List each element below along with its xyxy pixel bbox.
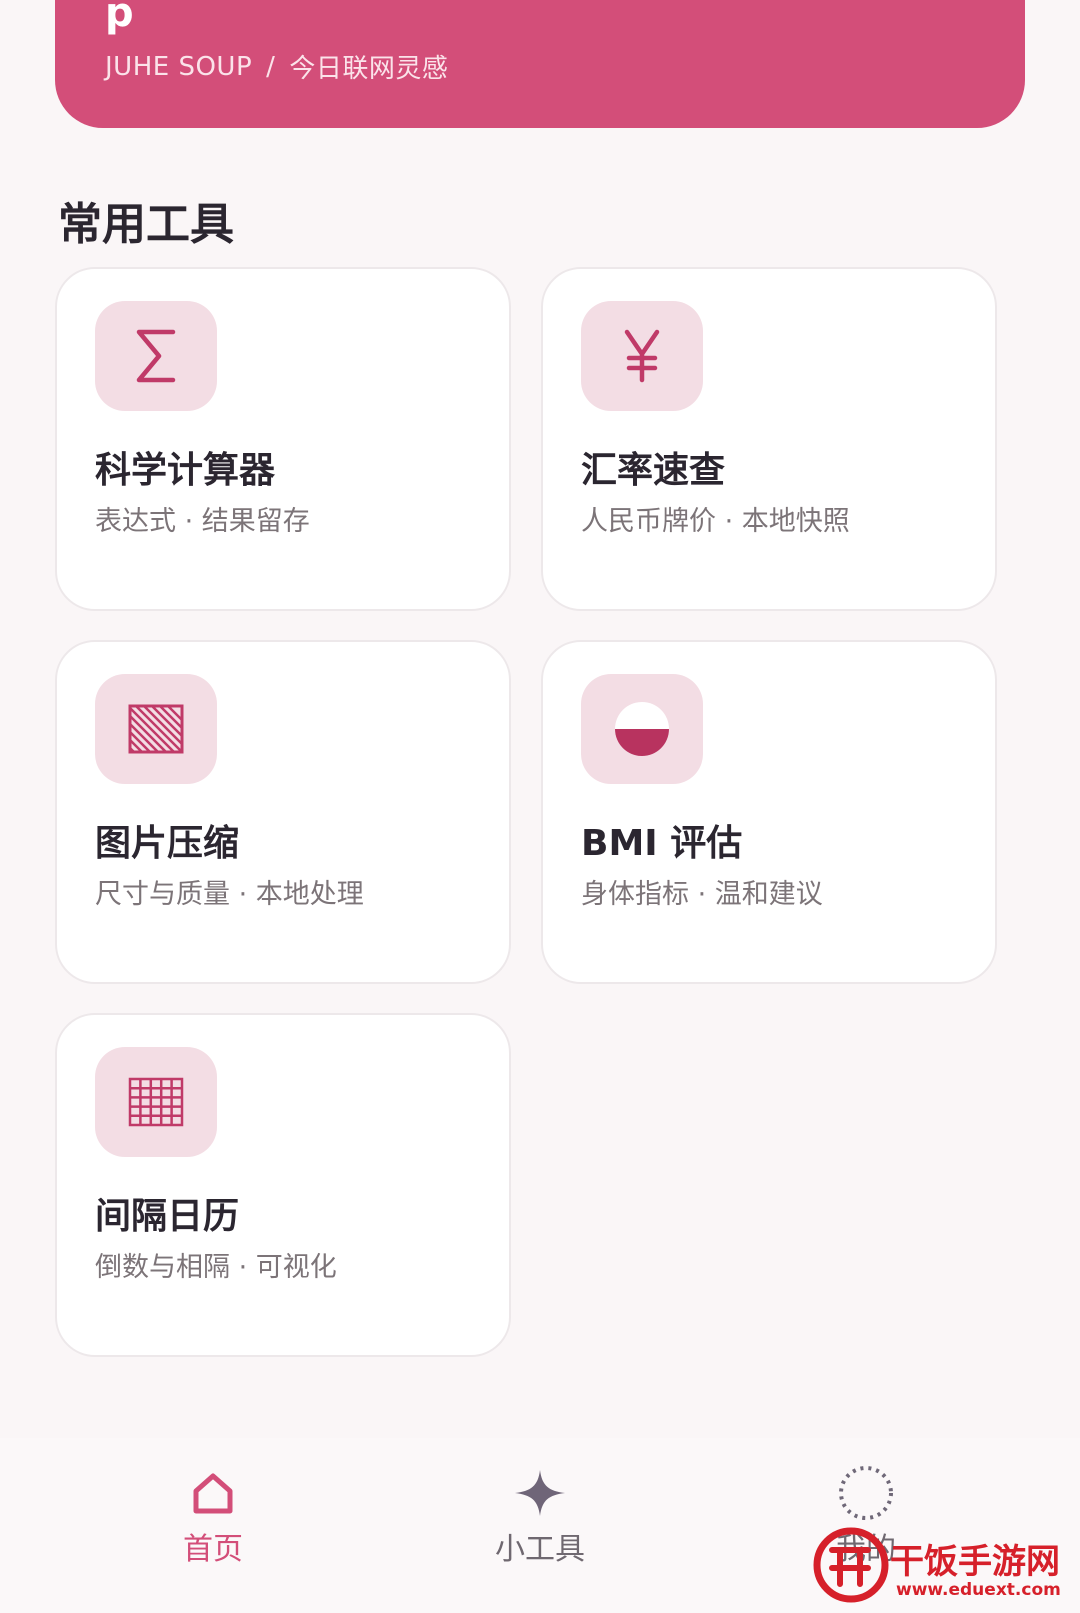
icon-tile [581,301,703,411]
watermark: 干饭手游网 www.eduext.com [810,1527,1075,1610]
card-subtitle: 身体指标 · 温和建议 [581,879,823,910]
breadcrumb-subtitle: 今日联网灵感 [289,54,449,84]
card-subtitle: 尺寸与质量 · 本地处理 [95,879,364,910]
card-subtitle: 倒数与相隔 · 可视化 [95,1252,337,1283]
hatched-square-icon [128,704,184,754]
breadcrumb-separator: / [266,51,276,82]
section-title: 常用工具 [58,199,234,250]
tool-card-calculator[interactable]: 科学计算器 表达式 · 结果留存 [55,267,511,611]
nav-label: 首页 [183,1532,243,1567]
watermark-text: 干饭手游网 [890,1542,1060,1582]
sigma-icon [136,329,176,383]
tool-card-image-compress[interactable]: 图片压缩 尺寸与质量 · 本地处理 [55,640,511,984]
card-title: 科学计算器 [95,450,276,491]
half-circle-icon [615,702,669,756]
home-icon [193,1473,233,1514]
card-title: 汇率速查 [581,450,726,491]
nav-item-home[interactable]: 首页 [113,1468,313,1568]
card-subtitle: 表达式 · 结果留存 [95,506,310,537]
sparkle-icon [515,1470,565,1516]
card-title: 间隔日历 [95,1196,240,1237]
yen-icon [624,329,660,383]
profile-icon [839,1466,893,1520]
header-banner: p JUHE SOUP / 今日联网灵感 [55,0,1025,128]
tool-card-bmi[interactable]: BMI 评估 身体指标 · 温和建议 [541,640,997,984]
watermark-logo-icon [813,1527,889,1603]
card-title: BMI 评估 [581,823,743,864]
nav-label: 小工具 [495,1532,585,1567]
breadcrumb: JUHE SOUP / 今日联网灵感 [105,48,448,85]
grid-calendar-icon [128,1077,184,1127]
card-subtitle: 人民币牌价 · 本地快照 [581,506,850,537]
icon-tile [95,674,217,784]
icon-tile [95,1047,217,1157]
tool-card-exchange-rate[interactable]: 汇率速查 人民币牌价 · 本地快照 [541,267,997,611]
app-screen: p JUHE SOUP / 今日联网灵感 常用工具 科学计算器 表达式 · 结果… [0,0,1080,1613]
icon-tile [95,301,217,411]
header-title: p [105,0,134,36]
icon-tile [581,674,703,784]
breadcrumb-brand: JUHE SOUP [105,51,253,82]
nav-item-tools[interactable]: 小工具 [440,1468,640,1568]
tool-card-interval-calendar[interactable]: 间隔日历 倒数与相隔 · 可视化 [55,1013,511,1357]
watermark-url: www.eduext.com [896,1580,1061,1600]
card-title: 图片压缩 [95,823,240,864]
